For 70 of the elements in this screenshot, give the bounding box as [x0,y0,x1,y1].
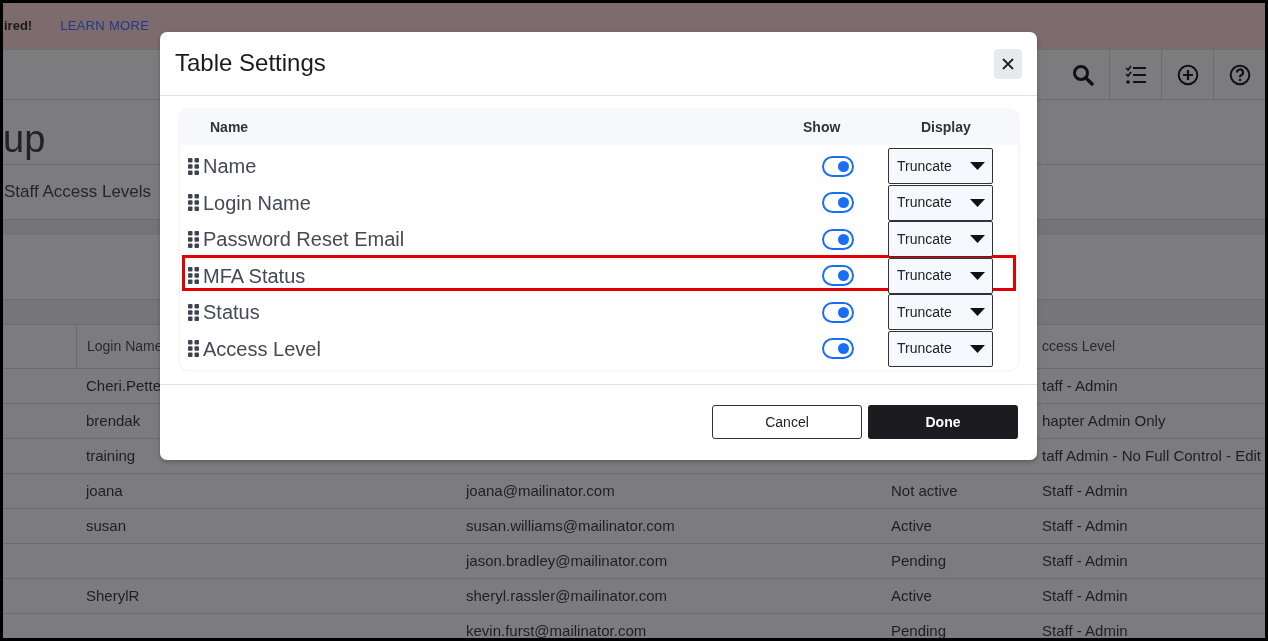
cancel-button[interactable]: Cancel [712,405,862,440]
table-cell-text: joana@mailinator.com [466,480,615,501]
table-cell-text: jason.bradley@mailinator.com [466,550,668,571]
column-header: Show [803,118,842,137]
table-cell-text: taff Admin - No Full Control - Edit [1042,445,1261,466]
close-button[interactable] [994,48,1022,79]
display-dropdown[interactable]: Truncate [888,294,993,331]
caret-icon [970,198,985,207]
toggle-switch[interactable] [822,155,854,177]
toggle-switch[interactable] [822,301,854,323]
caret-icon [970,271,985,280]
drag-handle-icon[interactable] [188,194,199,212]
table-cell-text: Pending [891,550,947,571]
table-cell-text: sheryl.rassler@mailinator.com [466,585,668,606]
drag-handle-icon[interactable] [188,267,199,285]
banner-message: ired! [4,17,33,36]
dialog-title: Table Settings [175,49,326,78]
table-cell-text: Staff - Admin [1042,585,1128,606]
done-button[interactable]: Done [868,405,1018,440]
drag-handle-icon[interactable] [188,303,199,321]
drag-handle-icon[interactable] [188,157,199,175]
display-dropdown[interactable]: Truncate [888,148,993,184]
column-name: Login Name [203,190,311,216]
table-cell-text: Staff - Admin [1042,515,1128,536]
table-cell-text: Staff - Admin [1042,620,1128,638]
toggle-switch[interactable] [822,192,854,214]
column-name: Password Reset Email [203,227,405,253]
column-name: MFA Status [203,263,306,289]
table-cell-text: training [86,445,136,466]
table-cell-text: Not active [891,480,958,501]
help-icon [1228,63,1251,86]
table-cell-text: taff - Admin [1042,375,1118,396]
column-name: Status [203,300,260,326]
table-cell-text: SherylR [86,585,140,606]
drag-handle-icon[interactable] [188,340,199,358]
toggle-switch[interactable] [822,338,854,360]
table-cell-text: brendak [86,410,141,431]
plus-circle-icon [1176,63,1199,86]
caret-icon [970,344,985,353]
table-cell-text: kevin.furst@mailinator.com [466,620,647,638]
table-cell-text: Active [891,585,932,606]
column-header: Display [920,118,972,137]
tab[interactable]: Staff Access Levels [4,179,152,205]
display-dropdown[interactable]: Truncate [888,221,993,258]
close-icon [1002,57,1014,70]
display-dropdown[interactable]: Truncate [888,257,993,294]
table-cell-text: joana [86,480,123,501]
drag-handle-icon[interactable] [188,230,199,248]
table-cell-text: Cheri.Pette [86,375,162,396]
toggle-switch[interactable] [822,265,854,287]
table-cell-text: hapter Admin Only [1042,410,1166,431]
table-cell-text: susan.williams@mailinator.com [466,515,675,536]
table-cell-text: Pending [891,620,947,638]
table-cell-text: susan [86,515,127,536]
table-cell-text: Active [891,515,932,536]
table-cell-text: Staff - Admin [1042,480,1128,501]
caret-icon [970,308,985,317]
checklist-icon [1124,64,1147,85]
caret-icon [970,162,985,170]
column-name: Name [203,154,257,179]
display-dropdown[interactable]: Truncate [888,330,993,367]
display-dropdown[interactable]: Truncate [888,184,993,221]
table-cell-text: Staff - Admin [1042,550,1128,571]
page-title: up [3,118,46,160]
column-header[interactable]: Login Name [87,336,163,357]
column-header: Name [209,118,250,137]
toggle-switch[interactable] [822,228,854,250]
search-icon [1072,63,1094,86]
column-header[interactable]: ccess Level [1042,336,1116,357]
column-name: Access Level [203,336,321,362]
